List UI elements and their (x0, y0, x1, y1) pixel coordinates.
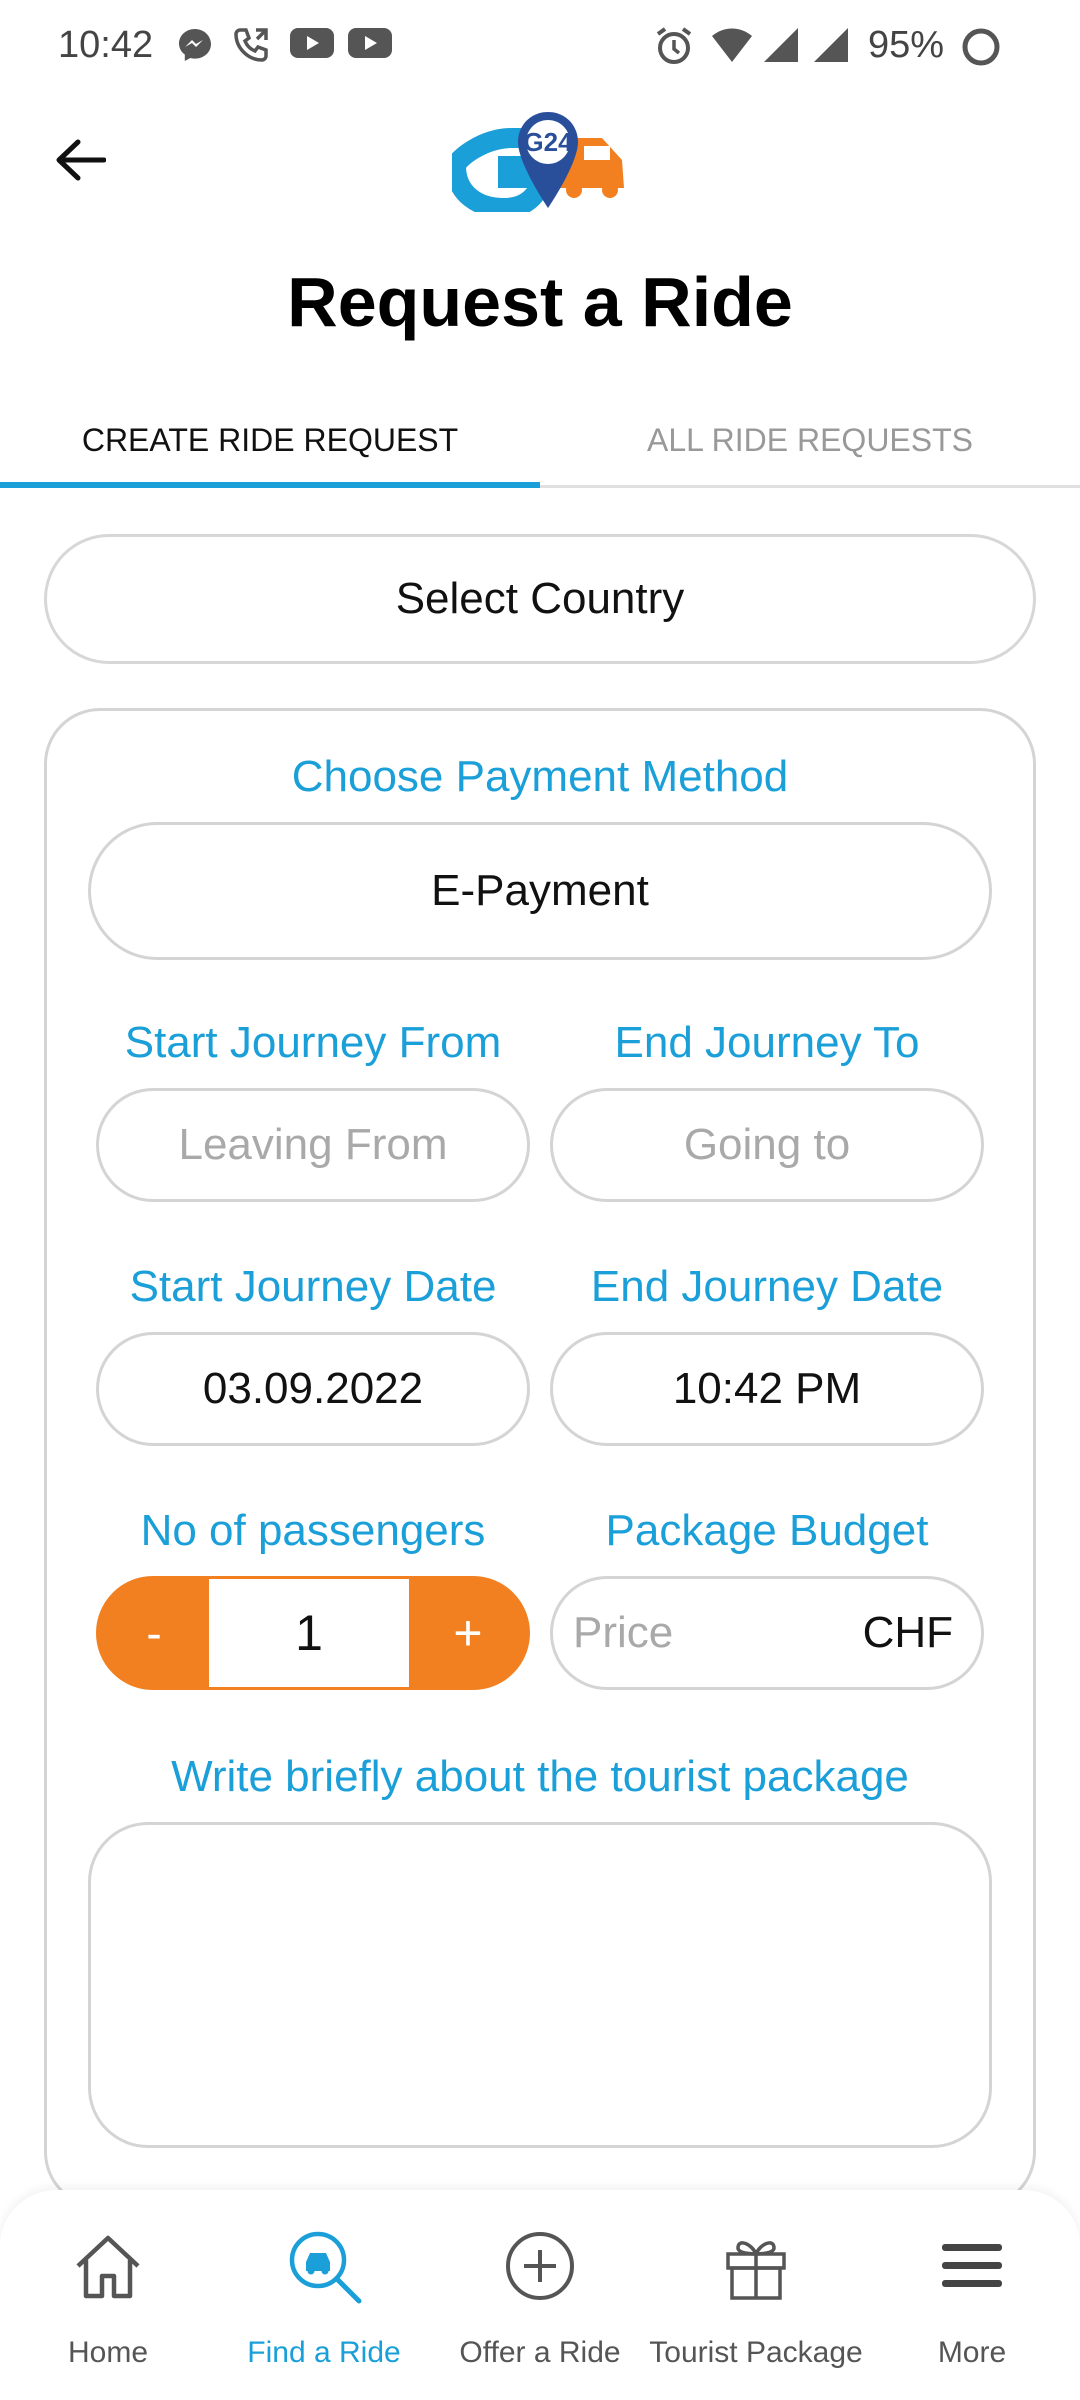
signal-icon (764, 28, 798, 62)
decrement-button[interactable]: - (99, 1579, 209, 1687)
messenger-icon (179, 29, 211, 61)
logo-text: G24 (523, 127, 573, 157)
youtube-icon (290, 28, 334, 58)
end-journey-to-label: End Journey To (614, 1018, 920, 1067)
app-logo: G24 (452, 112, 624, 212)
leaving-from-input[interactable]: Leaving From (96, 1088, 530, 1202)
country-select[interactable]: Select Country (44, 534, 1036, 664)
start-date-input[interactable]: 03.09.2022 (96, 1332, 530, 1446)
bottom-nav: Home Find a Ride Offer a Ride Tourist Pa… (0, 2190, 1080, 2400)
description-textarea[interactable] (88, 1822, 992, 2148)
nav-home[interactable]: Home (0, 2190, 216, 2400)
battery-icon (962, 28, 1000, 66)
going-to-input[interactable]: Going to (550, 1088, 984, 1202)
phone-icon (234, 28, 268, 62)
nav-find-a-ride[interactable]: Find a Ride (216, 2190, 432, 2400)
package-budget-label: Package Budget (605, 1506, 929, 1555)
nav-more-label: More (937, 2336, 1007, 2369)
budget-field[interactable]: Price CHF (550, 1576, 984, 1690)
youtube-icon (348, 28, 392, 58)
status-time: 10:42 (58, 24, 154, 66)
nav-tourist-package[interactable]: Tourist Package (648, 2190, 864, 2400)
tab-active-indicator (0, 482, 540, 488)
end-date-input[interactable]: 10:42 PM (550, 1332, 984, 1446)
plus-circle-icon (506, 2232, 574, 2300)
tab-bar: CREATE RIDE REQUEST ALL RIDE REQUESTS (0, 392, 1080, 488)
nav-more[interactable]: More (864, 2190, 1080, 2400)
nav-tourist-package-label: Tourist Package (649, 2336, 863, 2369)
home-icon (76, 2235, 140, 2299)
payment-method-label: Choose Payment Method (291, 752, 789, 801)
start-journey-from-label: Start Journey From (124, 1018, 502, 1067)
nav-find-a-ride-label: Find a Ride (247, 2336, 401, 2369)
increment-button[interactable]: + (409, 1579, 527, 1687)
car-search-icon (289, 2231, 362, 2304)
back-button[interactable] (48, 128, 112, 192)
alarm-icon (656, 27, 692, 64)
page-title: Request a Ride (287, 263, 793, 341)
passengers-label: No of passengers (140, 1506, 486, 1555)
end-journey-date-label: End Journey Date (590, 1262, 944, 1311)
start-journey-date-label: Start Journey Date (129, 1262, 497, 1311)
nav-offer-a-ride-label: Offer a Ride (459, 2336, 621, 2369)
battery-percent: 95% (868, 24, 945, 66)
currency-label: CHF (862, 1608, 953, 1657)
wifi-icon (712, 28, 752, 62)
payment-method-select[interactable]: E-Payment (88, 822, 992, 960)
passengers-stepper: - 1 + (96, 1576, 530, 1690)
arrow-left-icon (56, 139, 106, 181)
signal-icon (814, 28, 848, 62)
description-label: Write briefly about the tourist package (171, 1752, 909, 1801)
price-input[interactable]: Price (573, 1579, 673, 1687)
status-bar: 10:42 95% (0, 0, 1080, 92)
nav-home-label: Home (67, 2336, 149, 2369)
nav-offer-a-ride[interactable]: Offer a Ride (432, 2190, 648, 2400)
passengers-count[interactable]: 1 (209, 1579, 409, 1687)
tab-create-ride-request[interactable]: CREATE RIDE REQUEST (0, 392, 540, 488)
menu-icon (942, 2244, 1002, 2287)
gift-icon (726, 2241, 786, 2300)
tab-all-ride-requests[interactable]: ALL RIDE REQUESTS (540, 392, 1080, 488)
